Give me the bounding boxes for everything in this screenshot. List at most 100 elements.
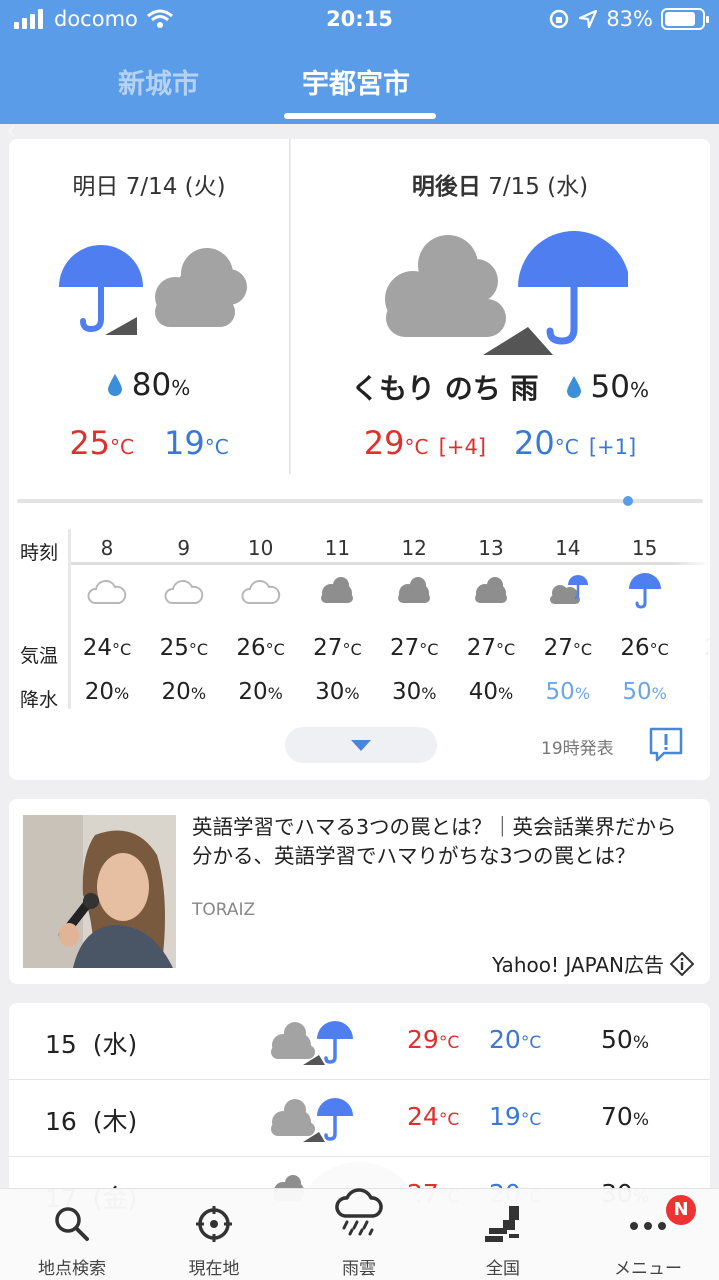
cloud-icon — [471, 573, 511, 609]
hour-temp-value: 26 — [620, 635, 650, 661]
temp-unit: °C — [342, 640, 362, 659]
temp-unit: °C — [572, 640, 593, 659]
weekly-row[interactable]: 15 (水) 29°C 20°C 50% — [9, 1003, 710, 1080]
day-forecast-day-after[interactable]: 明後日 7/15 (水) くもり のち 雨 50% 29°C [+4] 20°C… — [290, 139, 710, 474]
rain-cloud-icon — [335, 1188, 383, 1236]
search-icon — [55, 1207, 89, 1241]
temp-unit: °C — [438, 1110, 460, 1130]
weekly-precip: 70% — [601, 1102, 649, 1131]
nav-label: メニュー — [614, 1259, 682, 1279]
precip-label: 降水 — [20, 689, 59, 711]
max-temp: 25 — [69, 424, 111, 462]
hour-temp-value: 26 — [236, 635, 266, 661]
weekly-day: 15 — [45, 1030, 77, 1059]
hour-temp-value: 24 — [82, 635, 113, 661]
precip-unit: % — [632, 1110, 649, 1130]
hour-temp-value: 25 — [159, 635, 189, 661]
raindrop-icon — [566, 376, 581, 398]
day-title: 明日 7/14 (火) — [9, 167, 289, 201]
temp-unit: °C — [496, 640, 516, 659]
hour-temp: 25°C — [146, 635, 222, 661]
hour-time: 13 — [478, 536, 504, 560]
ad-headline[interactable]: 英語学習でハマる3つの罠とは？｜英会話業界だから分かる、英語学習でハマりがちな3… — [192, 813, 697, 871]
min-temp: 19 — [164, 424, 205, 462]
weekly-row[interactable]: 16 (木) 24°C 19°C 70% — [9, 1080, 710, 1157]
hour-precip-value: 20 — [84, 679, 115, 705]
hour-time: 14 — [555, 536, 581, 560]
tab-city-2[interactable]: 宇都宮市 — [302, 62, 410, 101]
hour-precip: 30% — [376, 679, 452, 705]
nav-label: 全国 — [486, 1259, 520, 1279]
hourly-forecast[interactable]: 時刻 気温 降水 8 24°C 20% 9 25°C 20% 10 26°C 20% 11 27°C… — [9, 529, 710, 714]
hour-temp: 26°C — [223, 635, 299, 661]
precip-value: 80 — [131, 367, 172, 403]
weekly-min: 19°C — [489, 1102, 541, 1131]
weekly-weekday: (木) — [92, 1107, 138, 1136]
ad-card[interactable]: 英語学習でハマる3つの罠とは？｜英会話業界だから分かる、英語学習でハマりがちな3… — [9, 799, 710, 984]
hour-precip: 20% — [223, 679, 299, 705]
hour-temp-value: 27 — [543, 635, 573, 661]
temp-unit: °C — [438, 1033, 460, 1053]
hour-temp: 27°C — [376, 635, 452, 661]
slider-dot — [623, 496, 633, 506]
weekly-max: 29°C — [407, 1025, 459, 1054]
temp-unit: °C — [520, 1033, 542, 1053]
nav-nationwide[interactable]: 全国 — [443, 1188, 563, 1280]
cloud-then-umbrella-icon — [385, 231, 628, 355]
precip-unit: % — [190, 684, 207, 703]
cloud-light-icon — [164, 573, 204, 609]
umbrella-icon — [625, 573, 665, 609]
ad-info-icon[interactable] — [670, 951, 694, 976]
weekly-precip: 50% — [601, 1025, 649, 1054]
location-target-icon — [196, 1206, 232, 1242]
hour-column: 9 25°C 20% — [146, 529, 222, 714]
weekly-date: 16 (木) — [45, 1102, 137, 1138]
precip-unit: % — [629, 378, 649, 402]
hour-temp-value: 27 — [313, 635, 343, 661]
precip-unit: % — [632, 1033, 649, 1053]
min-temp: 20 — [514, 424, 555, 462]
hour-column: 13 27°C 40% — [453, 529, 529, 714]
hour-time: 11 — [324, 536, 351, 560]
hour-precip-value: 50 — [545, 679, 575, 705]
cloud-rain-icon — [548, 573, 588, 609]
cloud-icon — [394, 573, 434, 609]
day-forecast-tomorrow[interactable]: 明日 7/14 (火) 80% 25°C 19°C — [9, 139, 289, 474]
notification-badge: N — [664, 1193, 698, 1227]
nav-label: 雨雲 — [342, 1259, 376, 1279]
published-time: 19時発表 — [541, 739, 614, 759]
weekly-max: 24°C — [407, 1102, 459, 1131]
feedback-icon[interactable] — [648, 726, 684, 762]
temp-unit: °C — [554, 435, 579, 459]
hour-column: 11 27°C 30% — [299, 529, 375, 714]
hour-column: 8 24°C 20% — [69, 529, 145, 714]
scroll-fade — [670, 529, 710, 714]
hour-temp: 24°C — [69, 635, 145, 661]
forecast-card: 明日 7/14 (火) 80% 25°C 19°C 明後日 7/15 (水) く… — [9, 139, 710, 780]
temp-label: 気温 — [20, 645, 59, 667]
nav-current-location[interactable]: 現在地 — [154, 1188, 274, 1280]
day-scroll-slider[interactable] — [17, 496, 703, 506]
ad-image[interactable] — [23, 815, 176, 968]
nav-rain-radar[interactable]: 雨雲 — [299, 1188, 419, 1280]
weather-summary: くもり のち 雨 — [351, 372, 539, 405]
temp-unit: °C — [204, 435, 229, 459]
hour-column: 14 27°C 50% — [530, 529, 606, 714]
precip-unit: % — [344, 684, 360, 703]
precip-row: 80% — [9, 367, 289, 403]
ad-label[interactable]: Yahoo! JAPAN広告 — [492, 949, 694, 978]
weekly-day: 16 — [45, 1107, 77, 1136]
active-tab-indicator — [284, 113, 436, 119]
battery-fill — [665, 12, 695, 26]
nav-label: 現在地 — [188, 1259, 240, 1279]
precip-unit: % — [574, 684, 591, 703]
precip-unit: % — [171, 376, 191, 400]
hour-label: 時刻 — [20, 542, 59, 564]
temps-row: 29°C [+4] 20°C [+1] — [290, 424, 710, 462]
nav-search[interactable]: 地点検索 — [12, 1188, 132, 1280]
precip-row: くもり のち 雨 50% — [290, 367, 710, 407]
hour-precip: 20% — [69, 679, 145, 705]
expand-hourly-button[interactable] — [285, 727, 437, 763]
temp-unit: °C — [520, 1110, 542, 1130]
tab-city-1[interactable]: 新城市 — [118, 62, 199, 101]
